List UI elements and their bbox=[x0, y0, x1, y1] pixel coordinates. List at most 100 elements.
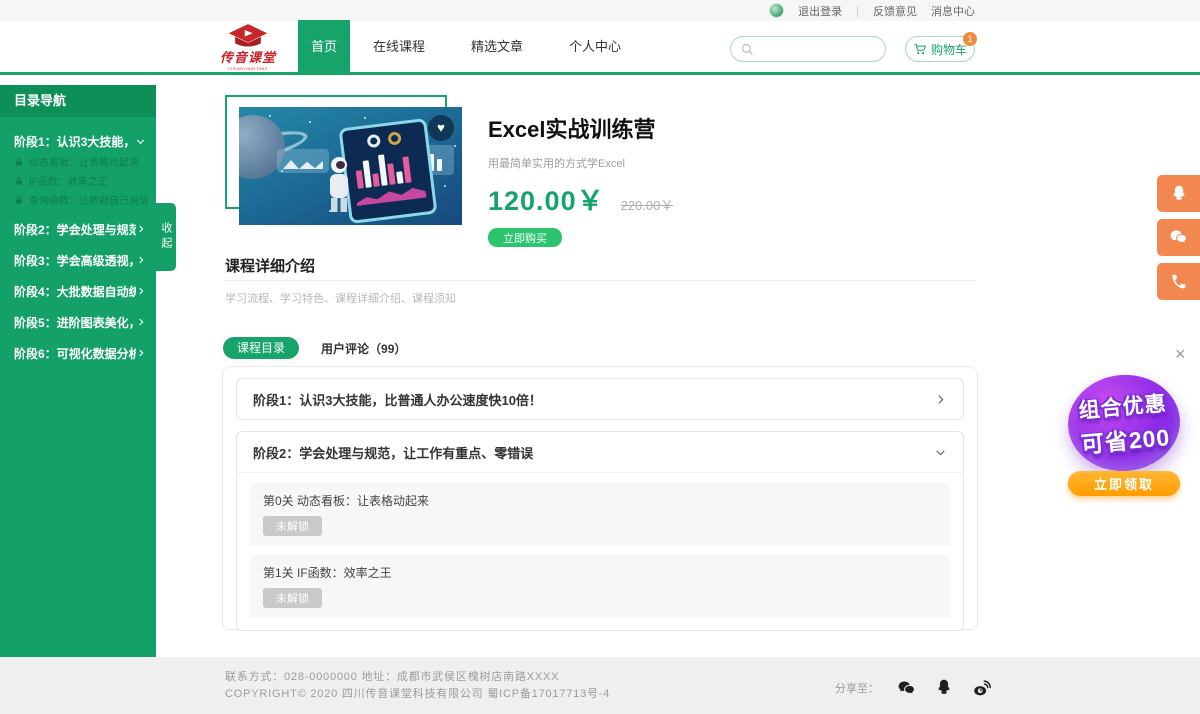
locked-status-badge[interactable]: 未解锁 bbox=[263, 588, 322, 608]
qq-icon bbox=[1169, 184, 1189, 204]
accordion-header[interactable]: 阶段2：学会处理与规范，让工作有重点、零错误 bbox=[237, 432, 963, 472]
cart-icon bbox=[913, 42, 927, 56]
logo-subtitle: CHUANYINKETANG bbox=[221, 66, 275, 71]
topbar: 退出登录 | 反馈意见 消息中心 bbox=[0, 0, 1200, 21]
share-label: 分享至： bbox=[835, 680, 879, 696]
buy-now-button[interactable]: 立即购买 bbox=[488, 228, 562, 247]
promo-line2: 可省200 bbox=[1079, 418, 1171, 460]
stage-label: 阶段3：学会高级透视，拥有同时... bbox=[14, 252, 136, 269]
feedback-link[interactable]: 反馈意见 bbox=[873, 3, 917, 19]
chevron-down-icon bbox=[934, 446, 947, 459]
promo-close-icon[interactable]: × bbox=[1175, 345, 1186, 363]
lock-icon bbox=[14, 176, 24, 186]
lesson-label: IF函数：效率之王 bbox=[29, 173, 108, 188]
weibo-share-icon[interactable] bbox=[971, 677, 993, 699]
lock-icon bbox=[14, 157, 24, 167]
stage-label: 阶段6：可视化数据分析，帮老板... bbox=[14, 345, 136, 362]
accordion-title: 阶段2：学会处理与规范，让工作有重点、零错误 bbox=[253, 443, 533, 462]
sidebar-lesson-item[interactable]: IF函数：效率之王 bbox=[0, 171, 156, 190]
search-icon bbox=[740, 42, 755, 57]
course-info: Excel实战训练营 用最简单实用的方式学Excel 120.00￥ 220.0… bbox=[488, 112, 918, 247]
nav-item-courses[interactable]: 在线课程 bbox=[350, 20, 448, 74]
logo[interactable]: 传音课堂 CHUANYINKETANG bbox=[218, 23, 278, 71]
lesson-row[interactable]: 第0关 动态看板：让表格动起来 未解锁 bbox=[249, 483, 951, 546]
footer: 联系方式：028-0000000 地址：成都市武侯区槐树店南路XXXX COPY… bbox=[0, 657, 1200, 714]
nav-item-articles[interactable]: 精选文章 bbox=[448, 20, 546, 74]
promo-badge[interactable]: 组合优惠 可省200 bbox=[1064, 370, 1184, 475]
messages-link[interactable]: 消息中心 bbox=[931, 3, 975, 19]
chevron-right-icon bbox=[934, 393, 947, 406]
chevron-right-icon bbox=[136, 348, 146, 358]
tab-course-catalog[interactable]: 课程目录 bbox=[223, 337, 299, 359]
chevron-right-icon bbox=[136, 317, 146, 327]
favorite-heart-icon[interactable]: ♥ bbox=[428, 115, 454, 141]
accordion-stage-2: 阶段2：学会处理与规范，让工作有重点、零错误 第0关 动态看板：让表格动起来 未… bbox=[236, 431, 964, 631]
stage-label: 阶段2：学会处理与规范，让工作... bbox=[14, 221, 136, 238]
stars-decor bbox=[269, 115, 271, 117]
divider: | bbox=[856, 5, 859, 17]
section-title: 课程详细介绍 bbox=[225, 255, 315, 276]
sidebar-stage-4[interactable]: 阶段4：大批数据自动统计分析，... bbox=[0, 280, 156, 302]
original-price: 220.00￥ bbox=[621, 195, 674, 214]
lesson-label: 查询函数：让数据自己说话 bbox=[29, 192, 149, 207]
astronaut-decor bbox=[327, 157, 353, 217]
footer-contact: 联系方式：028-0000000 地址：成都市武侯区槐树店南路XXXX bbox=[225, 669, 610, 686]
promo-claim-button[interactable]: 立即领取 bbox=[1068, 471, 1180, 496]
stage-label: 阶段4：大批数据自动统计分析，... bbox=[14, 283, 136, 300]
chevron-right-icon bbox=[136, 255, 146, 265]
catalog-sidebar: 目录导航 阶段1：认识3大技能，比普通人... 动态看板：让表格动起来 IF函数… bbox=[0, 85, 156, 657]
footer-copyright: COPYRIGHT© 2020 四川传音课堂科技有限公司 蜀ICP备170177… bbox=[225, 686, 610, 703]
nav-item-profile[interactable]: 个人中心 bbox=[546, 20, 644, 74]
wechat-icon bbox=[1168, 227, 1189, 248]
sidebar-title: 目录导航 bbox=[0, 85, 156, 117]
accordion-header[interactable]: 阶段1：认识3大技能，比普通人办公速度快10倍！ bbox=[237, 379, 963, 419]
sidebar-collapse-tab[interactable]: 收起 bbox=[156, 203, 176, 271]
accordion-body: 第0关 动态看板：让表格动起来 未解锁 第1关 IF函数：效率之王 未解锁 bbox=[237, 472, 963, 630]
sidebar-lesson-item[interactable]: 查询函数：让数据自己说话 bbox=[0, 190, 156, 209]
wechat-share-icon[interactable] bbox=[896, 678, 917, 699]
phone-contact-button[interactable] bbox=[1157, 263, 1200, 300]
current-price: 120.00￥ bbox=[488, 179, 605, 218]
course-subtitle: 用最简单实用的方式学Excel bbox=[488, 155, 918, 171]
avatar[interactable] bbox=[769, 3, 784, 18]
search-box: 搜索 bbox=[730, 36, 886, 62]
catalog-card: 阶段1：认识3大技能，比普通人办公速度快10倍！ 阶段2：学会处理与规范，让工作… bbox=[222, 366, 978, 630]
chart-panel-decor bbox=[277, 149, 329, 173]
sidebar-stage-1[interactable]: 阶段1：认识3大技能，比普通人... bbox=[0, 130, 156, 152]
course-cover-image: ♥ bbox=[239, 107, 462, 225]
contact-floaters bbox=[1157, 175, 1200, 300]
qq-share-icon[interactable] bbox=[934, 678, 954, 698]
chevron-right-icon bbox=[136, 286, 146, 296]
tab-user-reviews[interactable]: 用户评论（99） bbox=[321, 340, 406, 357]
lock-icon bbox=[14, 195, 24, 205]
logo-title: 传音课堂 bbox=[218, 47, 278, 66]
cart-count-badge: 1 bbox=[963, 32, 977, 46]
logout-link[interactable]: 退出登录 bbox=[798, 3, 842, 19]
header: 传音课堂 CHUANYINKETANG 首页 在线课程 精选文章 个人中心 搜索… bbox=[0, 21, 1200, 74]
stage-label: 阶段1：认识3大技能，比普通人... bbox=[14, 133, 135, 150]
lesson-row[interactable]: 第1关 IF函数：效率之王 未解锁 bbox=[249, 555, 951, 618]
wechat-contact-button[interactable] bbox=[1157, 219, 1200, 256]
stage-label: 阶段5：进阶图表美化，让汇报一... bbox=[14, 314, 136, 331]
lesson-label: 动态看板：让表格动起来 bbox=[29, 154, 139, 169]
cart-label: 购物车 bbox=[931, 41, 967, 58]
lesson-name: 第0关 动态看板：让表格动起来 bbox=[263, 492, 937, 509]
detail-tabs: 课程目录 用户评论（99） bbox=[223, 337, 406, 359]
cart-button[interactable]: 购物车 1 bbox=[905, 36, 975, 62]
logo-cap-icon bbox=[226, 23, 270, 49]
section-summary: 学习流程、学习特色、课程详细介绍、课程须知 bbox=[225, 290, 456, 306]
tablet-decor bbox=[338, 118, 437, 224]
nav-item-home[interactable]: 首页 bbox=[298, 20, 350, 74]
sidebar-stage-2[interactable]: 阶段2：学会处理与规范，让工作... bbox=[0, 218, 156, 240]
divider bbox=[225, 280, 975, 281]
sidebar-lesson-item[interactable]: 动态看板：让表格动起来 bbox=[0, 152, 156, 171]
sidebar-stage-5[interactable]: 阶段5：进阶图表美化，让汇报一... bbox=[0, 311, 156, 333]
chevron-right-icon bbox=[136, 224, 146, 234]
sidebar-stage-3[interactable]: 阶段3：学会高级透视，拥有同时... bbox=[0, 249, 156, 271]
chevron-down-icon bbox=[135, 136, 146, 147]
phone-icon bbox=[1170, 273, 1188, 291]
qq-contact-button[interactable] bbox=[1157, 175, 1200, 212]
main-nav: 首页 在线课程 精选文章 个人中心 bbox=[298, 20, 644, 74]
locked-status-badge[interactable]: 未解锁 bbox=[263, 516, 322, 536]
sidebar-stage-6[interactable]: 阶段6：可视化数据分析，帮老板... bbox=[0, 342, 156, 364]
